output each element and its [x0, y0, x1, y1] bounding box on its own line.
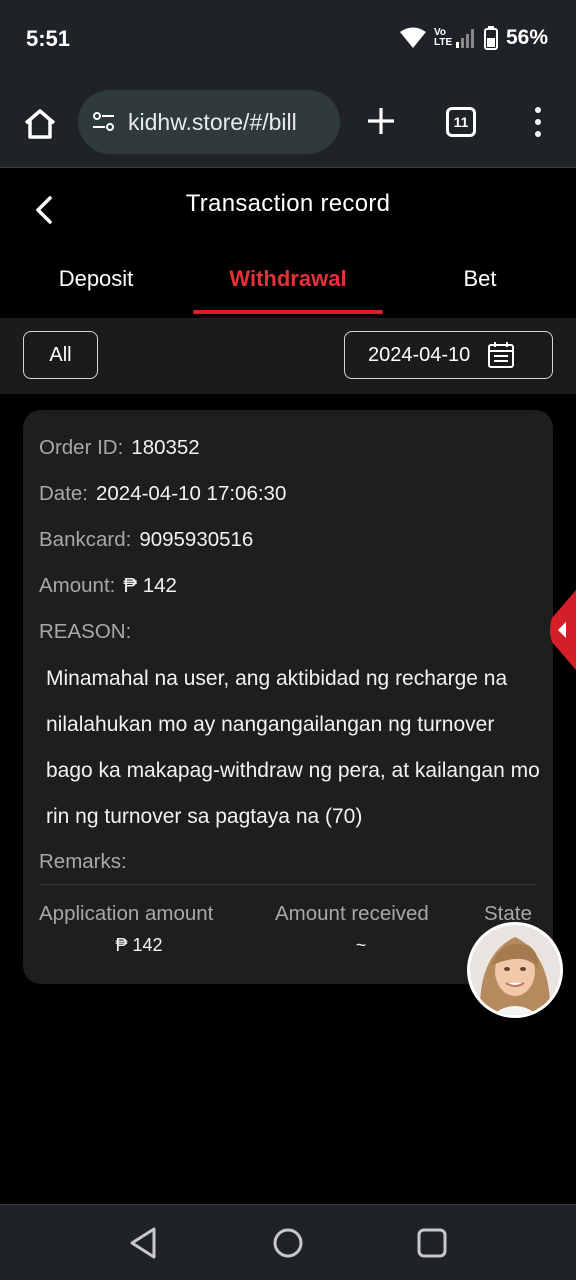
tab-withdrawal[interactable]: Withdrawal	[192, 266, 384, 292]
signal-icon	[455, 29, 474, 48]
nav-home-icon[interactable]	[270, 1225, 306, 1261]
reason-label: REASON:	[39, 620, 132, 643]
status-icons: Vo LTE 56%	[399, 26, 548, 50]
home-icon[interactable]	[20, 104, 60, 144]
page-title: Transaction record	[185, 190, 391, 217]
date-label: Date:	[39, 482, 88, 505]
date-filter-value: 2024-04-10	[368, 343, 471, 366]
amount-received-header: Amount received	[275, 902, 429, 925]
date-row: Date: 2024-04-10 17:06:30	[39, 482, 286, 506]
battery-percent: 56%	[505, 26, 548, 49]
wifi-icon	[399, 27, 426, 48]
bankcard-label: Bankcard:	[39, 528, 132, 551]
active-tab-indicator	[193, 310, 383, 314]
customer-service-avatar[interactable]	[467, 922, 563, 1018]
nav-back-icon[interactable]	[126, 1225, 162, 1261]
amount-received-value: ~	[355, 935, 367, 955]
new-tab-icon[interactable]	[364, 104, 398, 138]
page-header: Transaction record Deposit Withdrawal Be…	[0, 168, 576, 318]
volte-icon: Vo LTE	[433, 27, 453, 48]
filter-bar: All 2024-04-10	[0, 318, 576, 394]
order-id-value: 180352	[131, 436, 200, 459]
remarks-row: Remarks:	[39, 850, 127, 874]
transaction-card: Order ID: 180352 Date: 2024-04-10 17:06:30…	[23, 410, 553, 984]
order-id-row: Order ID: 180352	[39, 436, 200, 460]
bankcard-value: 9095930516	[139, 528, 254, 551]
date-filter-button[interactable]: 2024-04-10	[344, 331, 553, 379]
side-drawer-handle-icon[interactable]	[548, 590, 576, 670]
system-navigation-bar	[0, 1204, 576, 1280]
address-bar[interactable]: kidhw.store/#/bill	[78, 90, 340, 154]
status-time: 5:51	[26, 26, 71, 51]
browser-toolbar: kidhw.store/#/bill 11	[0, 80, 576, 168]
amount-value: ₱ 142	[123, 574, 177, 597]
tab-switcher-button[interactable]: 11	[446, 107, 476, 137]
battery-icon	[483, 26, 498, 50]
application-amount-value: ₱ 142	[115, 935, 163, 955]
calendar-icon	[488, 342, 515, 368]
url-text[interactable]: kidhw.store/#/bill	[128, 109, 297, 136]
tab-deposit[interactable]: Deposit	[0, 266, 192, 292]
nav-recents-icon[interactable]	[414, 1225, 450, 1261]
amount-row: Amount: ₱ 142	[39, 574, 177, 598]
date-value: 2024-04-10 17:06:30	[96, 482, 287, 505]
application-amount-header: Application amount	[39, 902, 214, 925]
remarks-label: Remarks:	[39, 850, 127, 873]
reason-text: Minamahal na user, ang aktibidad ng rech…	[46, 667, 540, 828]
more-menu-icon[interactable]	[528, 104, 548, 140]
avatar-face-icon	[470, 925, 560, 1015]
tab-bet[interactable]: Bet	[384, 266, 576, 292]
bankcard-row: Bankcard: 9095930516	[39, 528, 253, 552]
order-id-label: Order ID:	[39, 436, 124, 459]
status-bar: 5:51 Vo LTE 56%	[0, 0, 576, 80]
type-filter-button[interactable]: All	[23, 331, 98, 379]
site-settings-icon[interactable]	[90, 108, 118, 136]
divider	[39, 884, 537, 885]
amount-label: Amount:	[39, 574, 116, 597]
reason-row: REASON:	[39, 620, 131, 644]
